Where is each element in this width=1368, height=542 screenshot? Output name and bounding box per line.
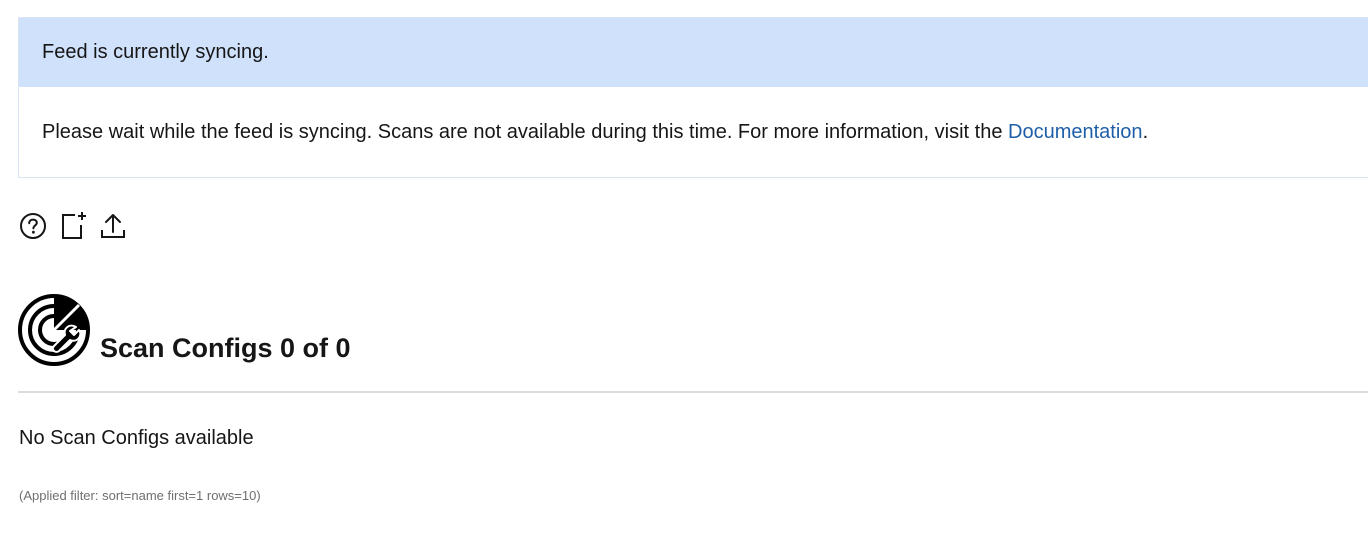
section-header: Scan Configs 0 of 0	[18, 292, 351, 368]
empty-state-message: No Scan Configs available	[19, 427, 254, 449]
notification-message-text: Please wait while the feed is syncing. S…	[42, 121, 1003, 143]
applied-filter-text: (Applied filter: sort=name first=1 rows=…	[19, 488, 261, 503]
toolbar	[18, 211, 128, 241]
documentation-link[interactable]: Documentation	[1008, 121, 1143, 144]
help-icon[interactable]	[18, 211, 48, 241]
notification-message-end: .	[1142, 121, 1149, 143]
feed-sync-notification: Feed is currently syncing. Please wait w…	[18, 17, 1368, 178]
scan-config-icon	[18, 294, 90, 366]
import-icon[interactable]	[98, 211, 128, 241]
divider	[18, 391, 1368, 393]
new-scan-config-icon[interactable]	[58, 211, 88, 241]
page-title: Scan Configs 0 of 0	[100, 333, 351, 363]
notification-message: Please wait while the feed is syncing. S…	[19, 87, 1368, 178]
notification-title: Feed is currently syncing.	[19, 18, 1368, 87]
